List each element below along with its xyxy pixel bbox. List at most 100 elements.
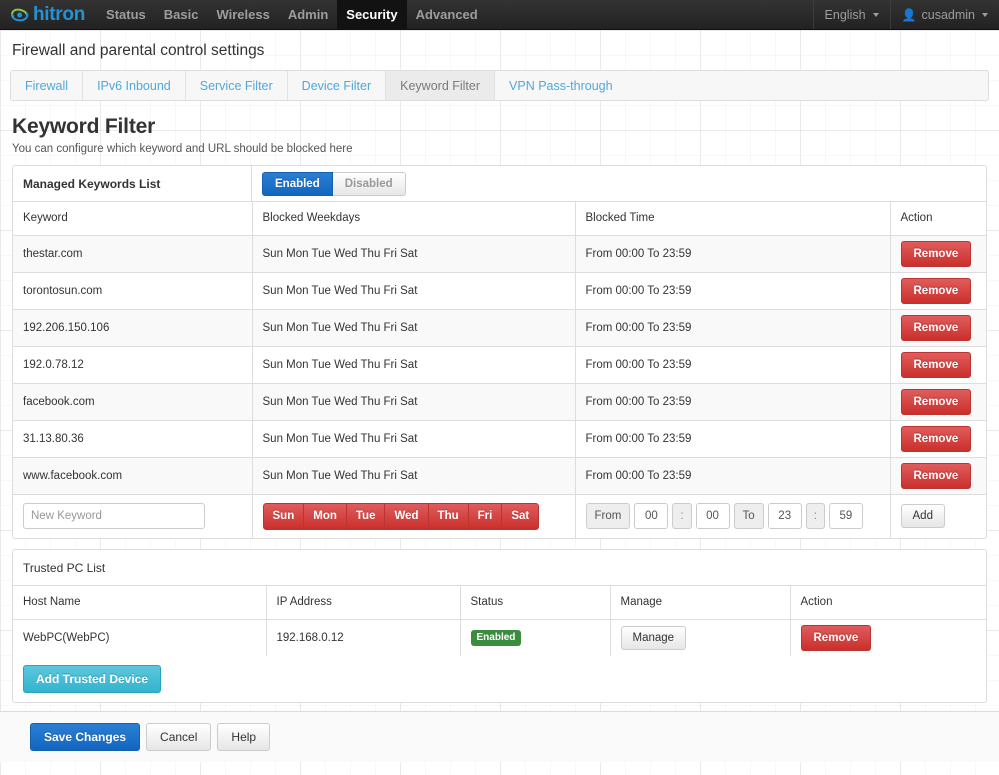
remove-keyword-button[interactable]: Remove: [900, 277, 972, 304]
table-row: www.facebook.com Sun Mon Tue Wed Thu Fri…: [13, 457, 986, 495]
from-minute-input[interactable]: [695, 503, 730, 530]
hitron-swirl-logo-icon: [10, 8, 29, 21]
user-menu[interactable]: 👤 cusadmin: [889, 0, 999, 29]
remove-device-button[interactable]: Remove: [800, 624, 872, 651]
col-status: Status: [460, 586, 611, 620]
nav-item-advanced[interactable]: Advanced: [407, 0, 487, 29]
remove-keyword-button[interactable]: Remove: [900, 425, 972, 452]
action-bar: Save Changes Cancel Help: [0, 711, 999, 762]
nav-item-security[interactable]: Security: [337, 0, 407, 29]
trusted-pc-footer: Add Trusted Device: [13, 656, 986, 702]
brand-logo[interactable]: hitron: [0, 0, 97, 29]
tab-ipv6-inbound[interactable]: IPv6 Inbound: [83, 71, 186, 100]
cell-time-selector: From : To :: [575, 494, 891, 538]
remove-keyword-button[interactable]: Remove: [900, 240, 972, 267]
cell-weekday-selector: Sun Mon Tue Wed Thu Fri Sat: [252, 494, 576, 538]
tab-service-filter[interactable]: Service Filter: [185, 71, 288, 100]
from-hour-input[interactable]: [634, 503, 669, 530]
keyword-filter-enabled-button[interactable]: Enabled: [262, 171, 333, 196]
tab-keyword-filter[interactable]: Keyword Filter: [386, 71, 496, 100]
managed-keywords-title: Managed Keywords List: [13, 166, 252, 201]
remove-keyword-button[interactable]: Remove: [900, 314, 972, 341]
language-label: English: [824, 7, 866, 22]
top-navigation-bar: hitron Status Basic Wireless Admin Secur…: [0, 0, 999, 30]
cell-time: From 00:00 To 23:59: [575, 420, 891, 458]
language-selector[interactable]: English: [812, 0, 890, 29]
table-row: thestar.com Sun Mon Tue Wed Thu Fri Sat …: [13, 235, 986, 273]
tab-vpn-pass-through[interactable]: VPN Pass-through: [495, 71, 627, 100]
page-subtitle: You can configure which keyword and URL …: [12, 143, 353, 155]
day-button-sat[interactable]: Sat: [502, 502, 540, 530]
day-button-sun[interactable]: Sun: [262, 502, 305, 530]
remove-keyword-button[interactable]: Remove: [900, 388, 972, 415]
trusted-pc-table: Host Name IP Address Status Manage Actio…: [13, 586, 986, 656]
cell-keyword: thestar.com: [13, 235, 253, 273]
cell-host-name: WebPC(WebPC): [13, 619, 267, 656]
nav-item-wireless[interactable]: Wireless: [207, 0, 278, 29]
keyword-filter-disabled-button[interactable]: Disabled: [332, 171, 406, 196]
col-time: Blocked Time: [575, 202, 891, 236]
page-header: Firewall and parental control settings: [12, 42, 265, 59]
cell-keyword: torontosun.com: [13, 272, 253, 310]
nav-item-status[interactable]: Status: [97, 0, 155, 29]
cell-keyword: facebook.com: [13, 383, 253, 421]
trusted-pc-header: Trusted PC List: [13, 550, 986, 586]
col-action: Action: [790, 586, 986, 620]
weekday-button-group: Sun Mon Tue Wed Thu Fri Sat: [262, 502, 540, 530]
cell-weekdays: Sun Mon Tue Wed Thu Fri Sat: [252, 457, 576, 495]
cell-time: From 00:00 To 23:59: [575, 235, 891, 273]
nav-item-basic[interactable]: Basic: [155, 0, 208, 29]
day-button-thu[interactable]: Thu: [428, 502, 469, 530]
cell-action: Remove: [890, 346, 986, 384]
new-keyword-input[interactable]: [23, 503, 205, 530]
cell-action: Remove: [890, 420, 986, 458]
day-button-fri[interactable]: Fri: [468, 502, 503, 530]
table-row: 192.206.150.106 Sun Mon Tue Wed Thu Fri …: [13, 309, 986, 347]
sub-tabs-wrapper: Firewall IPv6 Inbound Service Filter Dev…: [0, 70, 999, 101]
nav-item-admin[interactable]: Admin: [279, 0, 337, 29]
tab-firewall[interactable]: Firewall: [11, 71, 84, 100]
cell-keyword: 192.206.150.106: [13, 309, 253, 347]
cell-add-action: Add: [890, 494, 986, 538]
to-colon-separator: :: [805, 503, 825, 530]
cell-keyword: 192.0.78.12: [13, 346, 253, 384]
cell-weekdays: Sun Mon Tue Wed Thu Fri Sat: [252, 309, 576, 347]
cell-action: Remove: [890, 309, 986, 347]
trusted-pc-header-row: Host Name IP Address Status Manage Actio…: [13, 586, 986, 620]
keyword-table-header-row: Keyword Blocked Weekdays Blocked Time Ac…: [13, 202, 986, 236]
day-button-mon[interactable]: Mon: [304, 502, 347, 530]
day-button-wed[interactable]: Wed: [385, 502, 429, 530]
day-button-tue[interactable]: Tue: [346, 502, 386, 530]
cell-action: Remove: [890, 235, 986, 273]
sub-tabs: Firewall IPv6 Inbound Service Filter Dev…: [10, 70, 989, 101]
cancel-button[interactable]: Cancel: [146, 723, 212, 751]
chevron-down-icon: [872, 12, 879, 17]
chevron-down-icon: [982, 12, 988, 17]
manage-device-button[interactable]: Manage: [620, 625, 687, 650]
from-label: From: [585, 503, 631, 530]
remove-keyword-button[interactable]: Remove: [900, 462, 972, 489]
remove-keyword-button[interactable]: Remove: [900, 351, 972, 378]
col-manage: Manage: [610, 586, 791, 620]
table-row: 31.13.80.36 Sun Mon Tue Wed Thu Fri Sat …: [13, 420, 986, 458]
from-colon-separator: :: [672, 503, 692, 530]
brand-text: hitron: [33, 4, 86, 25]
to-hour-input[interactable]: [767, 503, 802, 530]
col-host-name: Host Name: [13, 586, 267, 620]
time-range-controls: From : To :: [585, 503, 880, 530]
add-keyword-button[interactable]: Add: [900, 504, 945, 529]
nav-right-group: English 👤 cusadmin: [812, 0, 999, 29]
help-button[interactable]: Help: [217, 723, 271, 751]
managed-keywords-header: Managed Keywords List Enabled Disabled: [13, 166, 986, 202]
cell-weekdays: Sun Mon Tue Wed Thu Fri Sat: [252, 346, 576, 384]
col-ip-address: IP Address: [266, 586, 461, 620]
tab-device-filter[interactable]: Device Filter: [287, 71, 387, 100]
save-changes-button[interactable]: Save Changes: [30, 723, 141, 751]
cell-status: Enabled: [460, 619, 611, 656]
add-trusted-device-button[interactable]: Add Trusted Device: [23, 665, 162, 693]
cell-action: Remove: [890, 457, 986, 495]
col-action: Action: [890, 202, 986, 236]
to-minute-input[interactable]: [828, 503, 863, 530]
cell-weekdays: Sun Mon Tue Wed Thu Fri Sat: [252, 272, 576, 310]
cell-time: From 00:00 To 23:59: [575, 383, 891, 421]
